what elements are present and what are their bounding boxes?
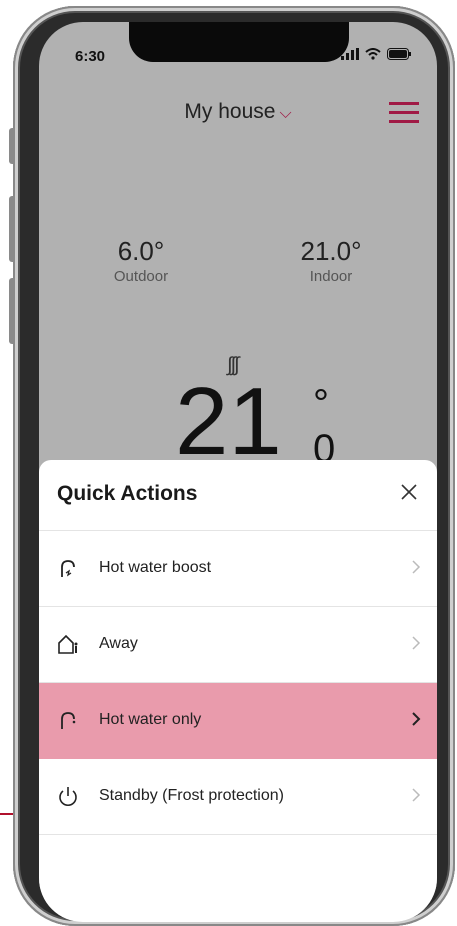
volume-up-button bbox=[9, 196, 15, 262]
mute-switch bbox=[9, 128, 15, 164]
wifi-icon bbox=[365, 48, 381, 60]
battery-icon bbox=[387, 48, 411, 60]
setpoint-temperature: 21 bbox=[175, 368, 282, 475]
action-away[interactable]: Away bbox=[39, 607, 437, 683]
indoor-temp: 21.0° bbox=[300, 236, 362, 266]
setpoint-degree: ° bbox=[313, 382, 329, 426]
action-hot-water-boost[interactable]: Hot water boost bbox=[39, 531, 437, 607]
chevron-down-icon: ⌵ bbox=[279, 105, 292, 122]
indoor-label: Indoor bbox=[309, 268, 353, 285]
house-title: My house bbox=[184, 100, 276, 123]
outdoor-label: Outdoor bbox=[113, 268, 169, 285]
action-label: Standby (Frost protection) bbox=[99, 787, 284, 804]
close-icon[interactable] bbox=[397, 480, 421, 504]
notch bbox=[129, 22, 349, 62]
outdoor-temp: 6.0° bbox=[117, 236, 165, 266]
status-icons bbox=[341, 48, 411, 60]
power-icon bbox=[59, 787, 77, 806]
house-person-icon bbox=[58, 634, 78, 654]
indoor-reading: 21.0° Indoor bbox=[291, 236, 371, 285]
action-hot-water-only[interactable]: Hot water only bbox=[39, 683, 437, 759]
action-label: Hot water only bbox=[99, 711, 202, 728]
signal-icon bbox=[341, 48, 359, 60]
tap-icon bbox=[61, 712, 76, 729]
sheet-header: Quick Actions bbox=[39, 460, 437, 531]
action-standby[interactable]: Standby (Frost protection) bbox=[39, 759, 437, 835]
action-label: Hot water boost bbox=[99, 559, 212, 576]
action-label: Away bbox=[99, 635, 138, 652]
status-time: 6:30 bbox=[75, 48, 106, 65]
tap-boost-icon bbox=[61, 560, 75, 577]
chevron-right-icon bbox=[412, 788, 421, 802]
volume-down-button bbox=[9, 278, 15, 344]
outdoor-reading: 6.0° Outdoor bbox=[101, 236, 181, 285]
app-screen: 6:30 My house ⌵ 6.0° Outdoor 21.0° Indoor… bbox=[39, 22, 437, 922]
chevron-right-icon bbox=[412, 636, 421, 650]
hamburger-menu-icon[interactable] bbox=[389, 102, 419, 124]
sheet-title: Quick Actions bbox=[57, 482, 198, 505]
chevron-right-icon bbox=[412, 712, 421, 726]
chevron-right-icon bbox=[412, 560, 421, 574]
house-selector[interactable]: My house ⌵ bbox=[39, 100, 437, 124]
quick-actions-sheet: Quick Actions Hot water boost Away Hot w… bbox=[39, 460, 437, 922]
